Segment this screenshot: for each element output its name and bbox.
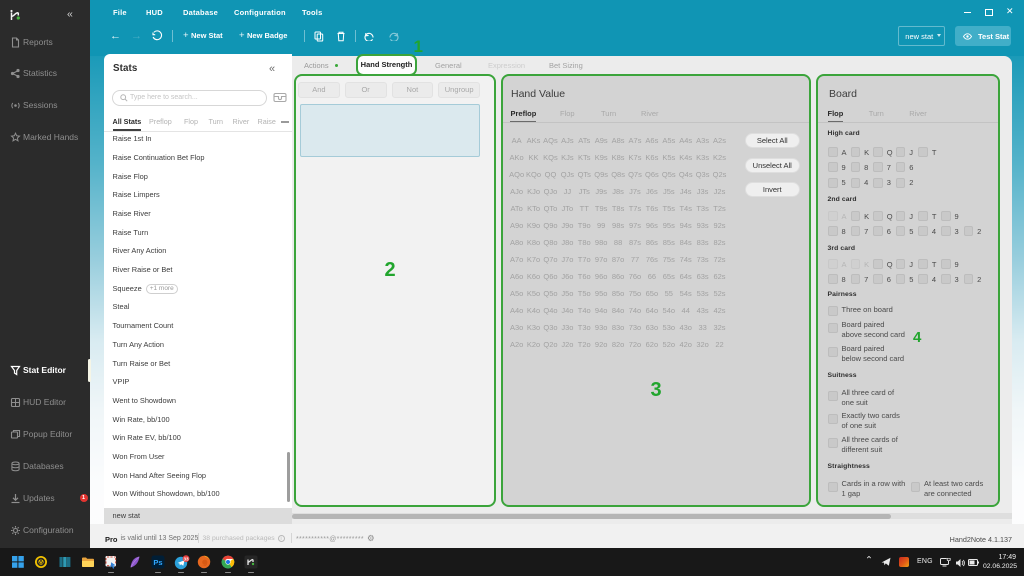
svg-text:Ps: Ps — [153, 558, 162, 567]
svg-text:33: 33 — [183, 556, 189, 561]
